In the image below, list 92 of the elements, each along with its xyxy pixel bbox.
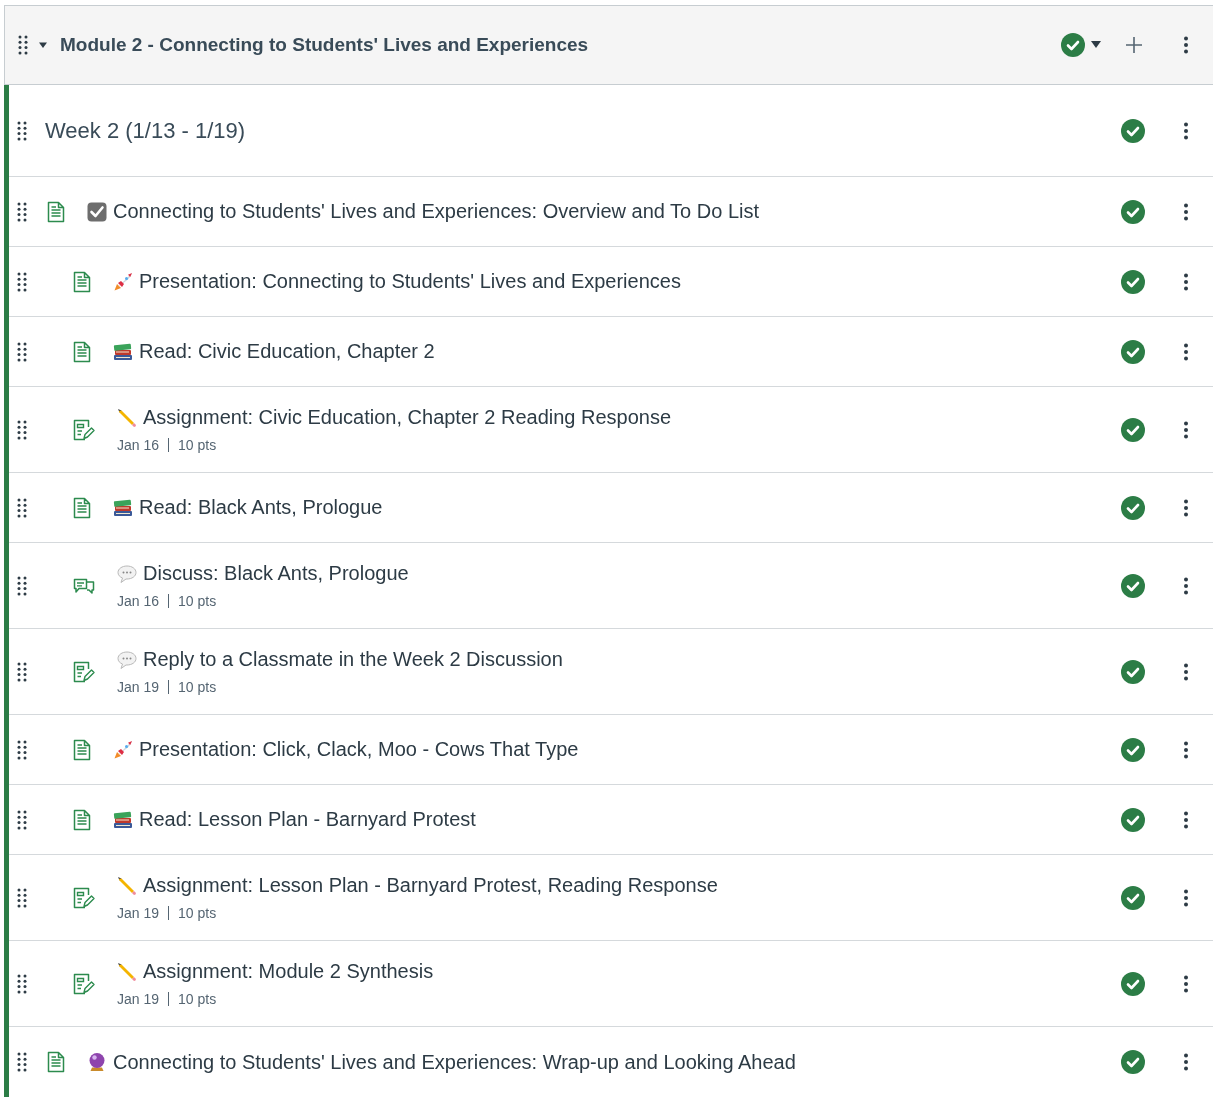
page-icon: [73, 738, 91, 761]
more-options-icon[interactable]: [1183, 202, 1189, 221]
item-link[interactable]: Assignment: Module 2 Synthesis: [143, 960, 434, 983]
drag-handle-icon[interactable]: [17, 661, 27, 682]
document-pencil-icon: [73, 660, 95, 683]
drag-handle-icon[interactable]: [18, 35, 28, 55]
books-icon: [113, 342, 133, 361]
more-options-icon[interactable]: [1183, 662, 1189, 681]
section-heading: Week 2 (1/13 - 1/19): [45, 117, 246, 144]
published-icon[interactable]: [1121, 417, 1145, 442]
item-link[interactable]: Assignment: Lesson Plan - Barnyard Protest, Reading Response: [143, 874, 718, 897]
published-icon[interactable]: [1121, 737, 1145, 762]
caret-icon[interactable]: [38, 40, 48, 50]
page-icon: [47, 1051, 65, 1073]
more-options-icon[interactable]: [1183, 36, 1189, 54]
item-link[interactable]: Discuss: Black Ants, Prologue: [143, 562, 409, 585]
due-date: Jan 19: [117, 679, 160, 695]
crystal-ball-icon: [87, 1052, 107, 1072]
drag-handle-icon[interactable]: [17, 1052, 27, 1072]
drag-handle-icon[interactable]: [17, 341, 27, 362]
more-options-icon[interactable]: [1183, 888, 1189, 907]
item-link[interactable]: Connecting to Students' Lives and Experiences: Wrap-up and Looking Ahead: [113, 1050, 796, 1074]
item-link[interactable]: Presentation: Click, Clack, Moo - Cows That Type: [139, 738, 579, 761]
more-options-icon[interactable]: [1183, 272, 1189, 291]
points: 10 pts: [178, 905, 217, 921]
checkbox-icon: [87, 201, 107, 222]
document-pencil-icon: [73, 418, 95, 441]
rocket-icon: [113, 271, 133, 292]
speech-bubble-icon: [117, 649, 137, 670]
drag-handle-icon[interactable]: [17, 739, 27, 760]
points: 10 pts: [178, 437, 217, 453]
page-icon: [73, 808, 91, 831]
module-title: Module 2 - Connecting to Students' Lives and Experiences: [60, 34, 589, 56]
published-icon[interactable]: [1061, 33, 1085, 57]
published-icon[interactable]: [1121, 659, 1145, 684]
page-icon: [73, 270, 91, 293]
published-icon[interactable]: [1121, 885, 1145, 910]
due-date: Jan 19: [117, 905, 160, 921]
drag-handle-icon[interactable]: [17, 575, 27, 596]
due-date: Jan 16: [117, 437, 160, 453]
caret-icon[interactable]: [1091, 41, 1101, 49]
pencil-icon: [117, 961, 137, 982]
due-date: Jan 16: [117, 593, 160, 609]
page-icon: [47, 200, 65, 223]
more-options-icon[interactable]: [1183, 498, 1189, 517]
item-link[interactable]: Read: Civic Education, Chapter 2: [139, 340, 435, 363]
due-date: Jan 19: [117, 991, 160, 1007]
points: 10 pts: [178, 593, 217, 609]
more-options-icon[interactable]: [1183, 974, 1189, 993]
page-icon: [73, 340, 91, 363]
books-icon: [113, 498, 133, 517]
drag-handle-icon[interactable]: [17, 973, 27, 994]
more-options-icon[interactable]: [1183, 576, 1189, 595]
item-link[interactable]: Read: Lesson Plan - Barnyard Protest: [139, 808, 476, 831]
published-icon[interactable]: [1121, 269, 1145, 294]
points: 10 pts: [178, 679, 217, 695]
more-options-icon[interactable]: [1183, 810, 1189, 829]
published-icon[interactable]: [1121, 807, 1145, 832]
drag-handle-icon[interactable]: [17, 271, 27, 292]
points: 10 pts: [178, 991, 217, 1007]
published-icon[interactable]: [1121, 573, 1145, 598]
add-icon[interactable]: [1125, 36, 1143, 54]
drag-handle-icon[interactable]: [17, 887, 27, 908]
rocket-icon: [113, 739, 133, 760]
drag-handle-icon[interactable]: [17, 201, 27, 222]
item-link[interactable]: Presentation: Connecting to Students' Lives and Experiences: [139, 270, 681, 293]
item-link[interactable]: Connecting to Students' Lives and Experiences: Overview and To Do List: [113, 200, 760, 223]
drag-handle-icon[interactable]: [17, 497, 27, 518]
more-options-icon[interactable]: [1183, 342, 1189, 361]
more-options-icon[interactable]: [1183, 1053, 1189, 1071]
published-icon[interactable]: [1121, 1050, 1145, 1074]
speech-bubble-icon: [117, 563, 137, 584]
drag-handle-icon[interactable]: [17, 419, 27, 440]
published-icon[interactable]: [1121, 118, 1145, 143]
published-icon[interactable]: [1121, 971, 1145, 996]
books-icon: [113, 810, 133, 829]
item-link[interactable]: Read: Black Ants, Prologue: [139, 496, 383, 519]
item-link[interactable]: Reply to a Classmate in the Week 2 Discussion: [143, 648, 563, 671]
published-icon[interactable]: [1121, 495, 1145, 520]
document-pencil-icon: [73, 972, 95, 995]
document-pencil-icon: [73, 886, 95, 909]
published-icon[interactable]: [1121, 199, 1145, 224]
more-options-icon[interactable]: [1183, 420, 1189, 439]
item-link[interactable]: Assignment: Civic Education, Chapter 2 Reading Response: [143, 406, 672, 429]
more-options-icon[interactable]: [1183, 740, 1189, 759]
drag-handle-icon[interactable]: [17, 120, 27, 141]
published-icon[interactable]: [1121, 339, 1145, 364]
drag-handle-icon[interactable]: [17, 809, 27, 830]
more-options-icon[interactable]: [1183, 121, 1189, 140]
pencil-icon: [117, 407, 137, 428]
pencil-icon: [117, 875, 137, 896]
page-icon: [73, 496, 91, 519]
